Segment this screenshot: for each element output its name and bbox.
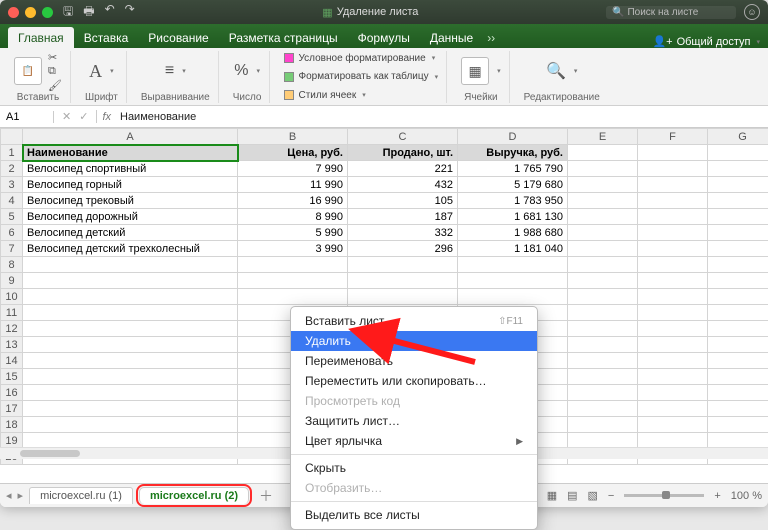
zoom-in-button[interactable]: + <box>714 490 720 502</box>
tab-home[interactable]: Главная <box>8 27 74 48</box>
zoom-out-button[interactable]: − <box>608 490 614 502</box>
quick-access-toolbar: 🖫 🖶 ↶ ↷ <box>63 2 135 23</box>
group-clipboard: 📋 ✂︎ ⧉ 🖌︎ Вставить <box>6 51 71 103</box>
group-editing: 🔍▾ Редактирование <box>516 51 608 103</box>
status-bar: ▦ ▤ ▧ − + 100 % <box>547 489 762 502</box>
table-row[interactable]: 5 Велосипед дорожный8 9901871 681 130 <box>1 209 768 225</box>
col-c[interactable]: C <box>348 129 458 145</box>
column-headers[interactable]: A B C D E F G <box>1 129 768 145</box>
maximize-icon[interactable] <box>42 7 53 18</box>
font-icon[interactable]: A <box>89 61 102 82</box>
format-as-table-button[interactable]: Форматировать как таблицу▾ <box>284 71 438 82</box>
col-f[interactable]: F <box>638 129 708 145</box>
search-icon: 🔍 <box>612 7 624 18</box>
table-row[interactable]: 6 Велосипед детский5 9903321 988 680 <box>1 225 768 241</box>
zoom-slider[interactable] <box>624 494 704 497</box>
zoom-value: 100 % <box>731 490 762 502</box>
ctx-delete-sheet[interactable]: Удалить <box>291 331 537 351</box>
formula-bar: A1 ✕ ✓ fx Наименование <box>0 106 768 128</box>
table-row[interactable]: 4 Велосипед трековый16 9901051 783 950 <box>1 193 768 209</box>
window-controls <box>8 7 53 18</box>
view-layout-icon[interactable]: ▤ <box>567 489 577 502</box>
sheet-context-menu: Вставить лист⇧F11 Удалить Переименовать … <box>290 306 538 530</box>
find-icon[interactable]: 🔍 <box>546 61 566 81</box>
document-icon: ▦ <box>322 6 332 19</box>
ctx-unhide-sheet: Отобразить… <box>291 478 537 498</box>
table-row[interactable]: 10 <box>1 289 768 305</box>
group-number: %▾ Число <box>225 51 271 103</box>
table-row[interactable]: 2 Велосипед спортивный7 9902211 765 790 <box>1 161 768 177</box>
group-label: Вставить <box>17 92 59 103</box>
ctx-protect-sheet[interactable]: Защитить лист… <box>291 411 537 431</box>
window-title: ▦ Удаление листа <box>135 6 606 19</box>
tab-insert[interactable]: Вставка <box>74 27 139 48</box>
name-box[interactable]: A1 <box>0 111 54 123</box>
sheet-nav[interactable]: ◂▸ <box>6 489 23 502</box>
group-font: A▾ Шрифт <box>77 51 127 103</box>
ctx-view-code: Просмотреть код <box>291 391 537 411</box>
fx-controls: ✕ ✓ <box>54 110 97 123</box>
format-painter-icon[interactable]: 🖌︎ <box>48 79 62 92</box>
add-sheet-button[interactable]: ＋ <box>259 486 273 506</box>
table-row[interactable]: 8 <box>1 257 768 273</box>
ctx-move-sheet[interactable]: Переместить или скопировать… <box>291 371 537 391</box>
table-row[interactable]: 1 Наименование Цена, руб. Продано, шт. В… <box>1 145 768 161</box>
tab-draw[interactable]: Рисование <box>138 27 218 48</box>
search-input[interactable]: 🔍 Поиск на листе <box>606 6 736 19</box>
tab-layout[interactable]: Разметка страницы <box>219 27 348 48</box>
undo-icon[interactable]: ↶ <box>105 2 115 23</box>
cut-icon[interactable]: ✂︎ <box>48 51 62 64</box>
cancel-icon[interactable]: ✕ <box>62 110 71 123</box>
ctx-select-all-sheets[interactable]: Выделить все листы <box>291 505 537 525</box>
col-d[interactable]: D <box>458 129 568 145</box>
table-row[interactable]: 9 <box>1 273 768 289</box>
ctx-hide-sheet[interactable]: Скрыть <box>291 458 537 478</box>
cell-styles-button[interactable]: Стили ячеек▾ <box>284 90 365 101</box>
col-e[interactable]: E <box>568 129 638 145</box>
paste-button[interactable]: 📋 <box>14 57 42 85</box>
share-icon: 👤+ <box>652 35 672 48</box>
ctx-tab-color[interactable]: Цвет ярлычка▶ <box>291 431 537 451</box>
close-icon[interactable] <box>8 7 19 18</box>
col-a[interactable]: A <box>23 129 238 145</box>
group-alignment: ≡▾ Выравнивание <box>133 51 219 103</box>
align-icon[interactable]: ≡ <box>165 62 174 80</box>
clipboard-icon: 📋 <box>14 57 42 85</box>
cells-icon[interactable]: ▦ <box>461 57 489 85</box>
print-icon[interactable]: 🖶 <box>83 2 94 23</box>
col-g[interactable]: G <box>708 129 768 145</box>
ctx-insert-sheet[interactable]: Вставить лист⇧F11 <box>291 311 537 331</box>
view-break-icon[interactable]: ▧ <box>588 489 598 502</box>
cell-a1: Наименование <box>23 145 238 161</box>
copy-icon[interactable]: ⧉ <box>48 65 62 78</box>
tab-formulas[interactable]: Формулы <box>348 27 420 48</box>
view-normal-icon[interactable]: ▦ <box>547 489 557 502</box>
minimize-icon[interactable] <box>25 7 36 18</box>
conditional-formatting-button[interactable]: Условное форматирование▾ <box>284 53 435 64</box>
sheet-tab-2[interactable]: microexcel.ru (2) <box>139 487 249 504</box>
table-row[interactable]: 7 Велосипед детский трехколесный3 990296… <box>1 241 768 257</box>
titlebar: 🖫 🖶 ↶ ↷ ▦ Удаление листа 🔍 Поиск на лист… <box>0 0 768 24</box>
ribbon-tabs: Главная Вставка Рисование Разметка стран… <box>0 24 768 48</box>
sheet-tab-1[interactable]: microexcel.ru (1) <box>29 487 133 504</box>
tab-data[interactable]: Данные <box>420 27 483 48</box>
group-styles: Условное форматирование▾ Форматировать к… <box>276 51 447 103</box>
fx-value[interactable]: Наименование <box>116 111 200 123</box>
title-text: Удаление листа <box>337 6 419 18</box>
user-icon[interactable]: ☺ <box>744 4 760 20</box>
col-b[interactable]: B <box>238 129 348 145</box>
table-row[interactable]: 3 Велосипед горный11 9904325 179 680 <box>1 177 768 193</box>
group-cells: ▦▾ Ячейки <box>453 51 510 103</box>
ribbon: 📋 ✂︎ ⧉ 🖌︎ Вставить A▾ Шрифт ≡▾ Выравнива… <box>0 48 768 106</box>
fx-label: fx <box>97 111 116 123</box>
search-placeholder: Поиск на листе <box>627 7 698 18</box>
share-button[interactable]: 👤+ Общий доступ ▾ <box>652 35 760 48</box>
percent-icon[interactable]: % <box>234 62 248 80</box>
ctx-rename-sheet[interactable]: Переименовать <box>291 351 537 371</box>
accept-icon[interactable]: ✓ <box>79 110 88 123</box>
save-icon[interactable]: 🖫 <box>63 2 73 23</box>
redo-icon[interactable]: ↷ <box>125 2 135 23</box>
